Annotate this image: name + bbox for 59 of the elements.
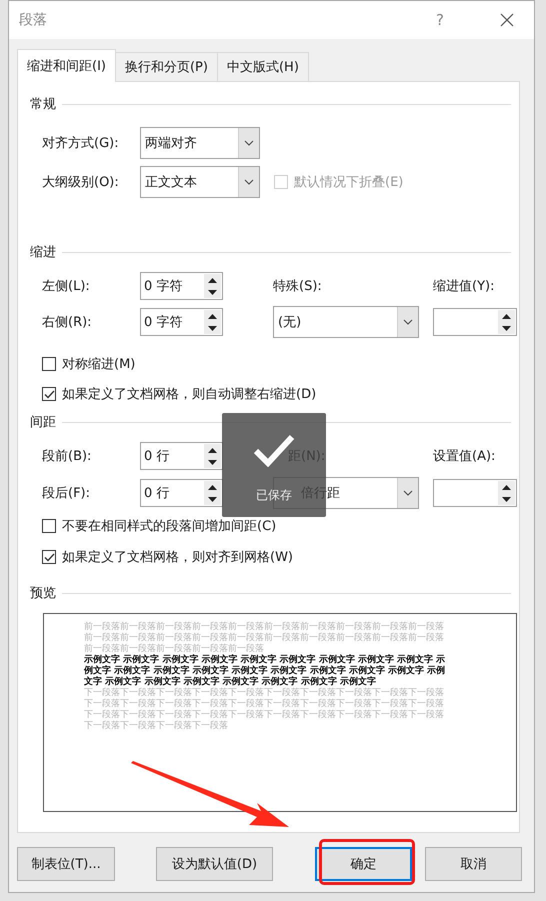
dialog-button[interactable]: 取消: [425, 847, 522, 881]
spinner-field[interactable]: 0 行: [140, 442, 223, 470]
section-heading: 间距: [30, 414, 56, 431]
spinner-field[interactable]: [433, 479, 517, 507]
section-heading: 常规: [30, 96, 56, 113]
dialog-button[interactable]: 确定: [315, 847, 412, 881]
dropdown[interactable]: 正文文本: [140, 166, 260, 198]
preview-text: 示例文字 示例文字 示例文字 示例文字 示例文字 示例文字 示例文字 示例文字 示例文字 示例文字 示例文字 示例文字 示例文字 示例文字 示例文字 示例文字 示例文字 示例文字 示例文字 示例文字 示例文字 示例文字 示例文字 示例文字 示例文字 示例文字: [84, 655, 446, 688]
checkbox-label: 对称缩进(M): [62, 356, 136, 373]
section-heading: 缩进: [30, 244, 56, 261]
field-label: 特殊(S):: [273, 278, 323, 295]
spinner-field[interactable]: 0 字符: [140, 272, 223, 300]
checkbox[interactable]: [42, 550, 56, 564]
preview-text: 前一段落前一段落前一段落前一段落前一段落前一段落前一段落前一段落前一段落前一段落前一段落前一段落前一段落前一段落前一段落前一段落前一段落前一段落前一段落前一段落前一段落前一段落前一段落前一段落前一段落: [84, 622, 445, 654]
checkbox-label: 如果定义了文档网格，则对齐到网格(W): [62, 549, 293, 566]
spin-up-icon[interactable]: [208, 484, 217, 490]
field-label: 左侧(L):: [42, 278, 91, 295]
preview-text: 下一段落下一段落下一段落下一段落下一段落下一段落下一段落下一段落下一段落下一段落下一段落下一段落下一段落下一段落下一段落下一段落下一段落下一段落下一段落下一段落下一段落下一段落下一段落下一段落下一段落下一段落下一段落下一段落下一段落下一段落下一段落下一段落下一段落下一段落: [84, 688, 445, 732]
field-label: 段后(F):: [42, 485, 92, 502]
spin-down-icon[interactable]: [208, 290, 217, 294]
checkbox-label: 默认情况下折叠(E): [294, 174, 404, 191]
tab[interactable]: 中文版式(H): [216, 52, 309, 81]
section-heading: 预览: [30, 585, 56, 602]
chevron-down-icon: [403, 490, 413, 496]
spin-up-icon[interactable]: [502, 484, 511, 490]
spin-down-icon[interactable]: [208, 326, 217, 330]
dropdown[interactable]: (无): [273, 306, 419, 338]
spin-up-icon[interactable]: [208, 314, 217, 318]
help-button[interactable]: ?: [436, 11, 444, 29]
field-label: 段前(B):: [42, 448, 92, 465]
checkbox-label: 不要在相同样式的段落间增加间距(C): [62, 518, 276, 535]
close-icon[interactable]: [500, 13, 514, 27]
field-label: 右侧(R):: [42, 314, 93, 331]
spinner-field[interactable]: 0 字符: [140, 308, 223, 336]
chevron-down-icon: [244, 140, 254, 146]
spin-down-icon[interactable]: [208, 460, 217, 464]
tab[interactable]: 缩进和间距(I): [17, 49, 116, 82]
field-label: 对齐方式(G):: [42, 135, 120, 152]
spin-down-icon[interactable]: [502, 326, 511, 330]
spin-up-icon[interactable]: [208, 448, 217, 452]
checkbox[interactable]: [42, 357, 56, 371]
field-label: 缩进值(Y):: [433, 278, 496, 295]
spin-down-icon[interactable]: [208, 496, 217, 502]
checkbox[interactable]: [42, 519, 56, 533]
spin-up-icon[interactable]: [502, 314, 511, 318]
chevron-down-icon: [244, 179, 254, 185]
chevron-down-icon: [403, 319, 413, 325]
checkbox-label: 如果定义了文档网格，则自动调整右缩进(D): [62, 386, 316, 403]
dialog-button[interactable]: 设为默认值(D): [156, 847, 273, 881]
dropdown[interactable]: 两端对齐: [140, 127, 260, 159]
field-label: 设置值(A):: [433, 448, 496, 465]
spin-up-icon[interactable]: [208, 278, 217, 282]
checkbox[interactable]: [42, 387, 56, 401]
spin-down-icon[interactable]: [502, 496, 511, 502]
dialog-button[interactable]: 制表位(T)...: [17, 847, 115, 881]
spinner-field[interactable]: [433, 308, 517, 336]
window-title: 段落: [19, 11, 48, 29]
field-label: 大纲级别(O):: [42, 174, 120, 191]
spinner-field[interactable]: 0 行: [140, 479, 223, 507]
